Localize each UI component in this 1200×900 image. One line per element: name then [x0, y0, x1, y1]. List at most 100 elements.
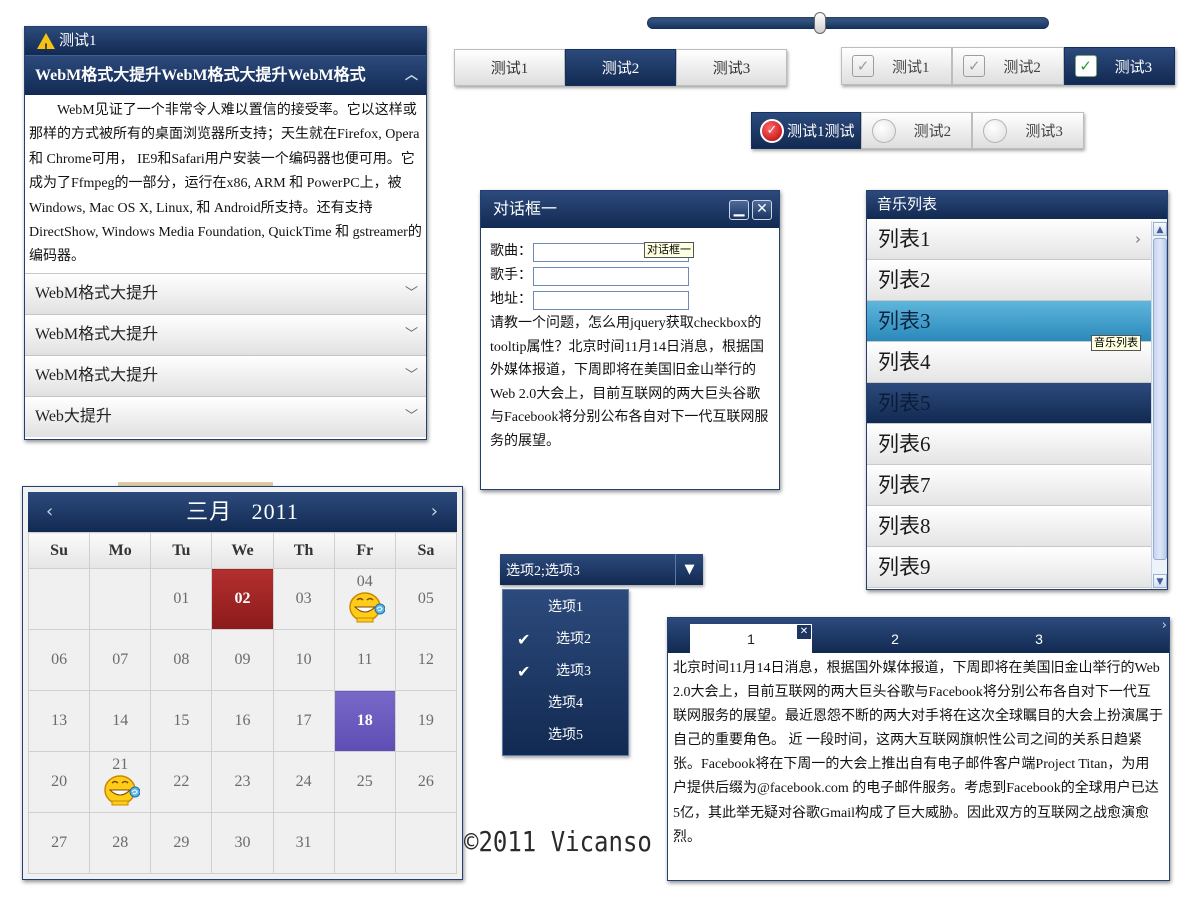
calendar: ‹ 三月 2011 › Su Mo Tu We Th Fr Sa 01 02 03 0… — [22, 486, 463, 880]
calendar-week-row: 13 14 15 16 17 18 19 — [27, 690, 458, 752]
checkbox-button-checked[interactable]: ✓ 测试3 — [1063, 47, 1175, 85]
calendar-day[interactable]: 12 — [394, 629, 458, 691]
weekday-label: Su — [27, 532, 91, 569]
accordion-item-label: Web大提升 — [35, 408, 112, 425]
accordion-item[interactable]: WebM格式大提升 ﹀ — [25, 355, 426, 396]
calendar-day[interactable]: 23 — [211, 751, 274, 813]
list-item-label: 列表2 — [878, 268, 931, 292]
calendar-day[interactable]: 07 — [89, 629, 152, 691]
accordion-item[interactable]: WebM格式大提升 ﹀ — [25, 273, 426, 314]
calendar-day[interactable]: 17 — [272, 690, 335, 752]
calendar-day[interactable]: 16 — [211, 690, 274, 752]
vertical-scrollbar[interactable]: ▲ ▼ — [1151, 221, 1167, 589]
accordion-active-header[interactable]: WebM格式大提升WebM格式大提升WebM格式 ︿ — [25, 55, 426, 95]
slider-handle[interactable] — [813, 12, 826, 34]
calendar-day[interactable]: 13 — [27, 690, 91, 752]
chevron-right-icon[interactable]: › — [1162, 618, 1167, 633]
select-option-checked[interactable]: ✔ 选项3 — [503, 656, 628, 688]
close-icon[interactable]: ✕ — [752, 200, 772, 220]
tab-1[interactable]: 1 ✕ — [690, 624, 812, 653]
calendar-day[interactable]: 11 — [333, 629, 396, 691]
radio-label: 测试1测试 — [787, 124, 855, 140]
calendar-day[interactable]: 09 — [211, 629, 274, 691]
list-item[interactable]: 列表7 — [867, 465, 1151, 506]
calendar-day[interactable]: 10 — [272, 629, 335, 691]
accordion-item-label: WebM格式大提升 — [35, 326, 159, 343]
calendar-day[interactable]: 14 — [89, 690, 152, 752]
segment-button[interactable]: 测试1 — [454, 49, 565, 86]
weekday-row: Su Mo Tu We Th Fr Sa — [27, 532, 458, 569]
next-month-icon[interactable]: › — [431, 492, 439, 532]
list-item[interactable]: 列表6 — [867, 424, 1151, 465]
slider-track[interactable] — [647, 17, 1049, 29]
radio-button-group: ✓ 测试1测试 测试2 测试3 — [751, 112, 1085, 149]
accordion-item[interactable]: Web大提升 ﹀ — [25, 396, 426, 437]
calendar-day[interactable]: 03 — [272, 568, 335, 630]
list-item[interactable]: 列表2 — [867, 260, 1151, 301]
calendar-day-event[interactable]: 04 — [333, 568, 396, 630]
address-input[interactable] — [533, 290, 689, 310]
weekday-label: Mo — [89, 532, 152, 569]
scroll-thumb[interactable] — [1153, 238, 1167, 560]
radio-button-checked[interactable]: ✓ 测试1测试 — [751, 112, 861, 149]
dialog-text: 请教一个问题，怎么用jquery获取checkbox的tooltip属性？北京时… — [490, 316, 769, 449]
calendar-week-row: 01 02 03 04 05 — [27, 568, 458, 630]
calendar-empty-cell — [27, 568, 91, 630]
tab-2[interactable]: 2 — [834, 624, 956, 653]
calendar-day[interactable]: 20 — [27, 751, 91, 813]
warning-icon — [37, 33, 55, 62]
radio-label: 测试3 — [1025, 124, 1063, 140]
select-option[interactable]: 选项1 — [503, 592, 628, 624]
list-item-selected[interactable]: 列表5 — [867, 383, 1151, 424]
select-option[interactable]: 选项5 — [503, 720, 628, 752]
checkbox-label: 测试3 — [1114, 59, 1153, 76]
list-item[interactable]: 列表9 — [867, 547, 1151, 588]
prev-month-icon[interactable]: ‹ — [46, 492, 54, 532]
segment-button-active[interactable]: 测试2 — [565, 49, 676, 86]
calendar-day-selected[interactable]: 18 — [333, 690, 396, 752]
scroll-up-icon[interactable]: ▲ — [1153, 222, 1167, 236]
calendar-day[interactable]: 15 — [150, 690, 213, 752]
close-icon[interactable]: ✕ — [796, 624, 812, 640]
singer-input[interactable] — [533, 266, 689, 286]
calendar-day[interactable]: 24 — [272, 751, 335, 813]
calendar-day[interactable]: 28 — [89, 812, 152, 874]
checkbox-button[interactable]: ✓ 测试2 — [952, 47, 1064, 85]
segment-button[interactable]: 测试3 — [676, 49, 787, 86]
singer-label: 歌手： — [490, 268, 532, 284]
radio-button[interactable]: 测试3 — [972, 112, 1085, 149]
tab-3[interactable]: 3 — [978, 624, 1100, 653]
select-option[interactable]: 选项4 — [503, 688, 628, 720]
radio-icon — [871, 118, 896, 143]
calendar-day[interactable]: 26 — [394, 751, 458, 813]
calendar-day[interactable]: 19 — [394, 690, 458, 752]
calendar-day[interactable]: 30 — [211, 812, 274, 874]
calendar-day[interactable]: 27 — [27, 812, 91, 874]
checkbox-button[interactable]: ✓ 测试1 — [841, 47, 953, 85]
list-item[interactable]: 列表1 › — [867, 219, 1151, 260]
tabs-panel: 1 ✕ 2 3 › 北京时间11月14日消息，根据国外媒体报道，下周即将在美国旧… — [667, 617, 1170, 881]
dialog-title-bar[interactable]: 对话框一 ▁ ✕ — [481, 191, 779, 228]
calendar-day[interactable]: 22 — [150, 751, 213, 813]
list-item-label: 列表5 — [878, 391, 931, 415]
calendar-day-event[interactable]: 21 — [89, 751, 152, 813]
list-item[interactable]: 列表8 — [867, 506, 1151, 547]
calendar-day[interactable]: 25 — [333, 751, 396, 813]
calendar-day[interactable]: 29 — [150, 812, 213, 874]
calendar-day-today[interactable]: 02 — [211, 568, 274, 630]
minimize-icon[interactable]: ▁ — [729, 200, 749, 220]
scroll-down-icon[interactable]: ▼ — [1153, 574, 1167, 588]
multi-select[interactable]: 选项2;选项3 ▼ — [500, 554, 703, 585]
select-option-checked[interactable]: ✔ 选项2 — [503, 624, 628, 656]
calendar-day[interactable]: 01 — [150, 568, 213, 630]
calendar-day[interactable]: 06 — [27, 629, 91, 691]
option-label: 选项3 — [556, 664, 591, 679]
calendar-day[interactable]: 08 — [150, 629, 213, 691]
dropdown-arrow-icon[interactable]: ▼ — [675, 554, 703, 585]
calendar-day[interactable]: 31 — [272, 812, 335, 874]
radio-checked-icon: ✓ — [760, 118, 784, 143]
select-dropdown: 选项1 ✔ 选项2 ✔ 选项3 选项4 选项5 — [502, 589, 629, 756]
radio-button[interactable]: 测试2 — [860, 112, 973, 149]
accordion-item[interactable]: WebM格式大提升 ﹀ — [25, 314, 426, 355]
calendar-day[interactable]: 05 — [394, 568, 458, 630]
